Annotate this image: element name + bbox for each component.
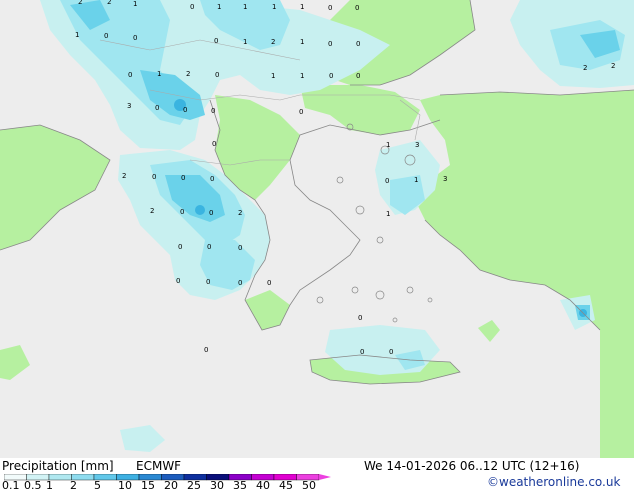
footer-bar: Precipitation [mm] ECMWF We 14-01-2026 0… [0,458,634,490]
precip-value-label: 2 [107,0,111,6]
precip-value-label: 3 [443,175,447,183]
precip-value-label: 0 [212,140,216,148]
weather-map-page: 2210111100100121000120110022030000013200… [0,0,634,490]
legend-label: 0.5 [24,479,42,490]
precip-value-label: 0 [206,278,210,286]
precip-value-label: 0 [385,177,389,185]
precip-value-label: 2 [611,62,615,70]
precip-value-label: 1 [386,141,390,149]
precip-value-label: 1 [133,0,137,8]
legend-label: 5 [94,479,101,490]
precipitation-map: 2 2 1 0 1 1 1 1 0 0 1 0 0 1 2 1 0 0 0 1 2 0 1 1 0 0 2 2 0 3 0 0 0 0 0 1 3 2 0 0… [0,0,634,458]
precip-value-label: 1 [243,38,247,46]
precip-value-label: 0 [178,243,182,251]
model-name: ECMWF [136,459,182,473]
precip-value-label: 2 [150,207,154,215]
precip-value-label: 1 [272,3,276,11]
map-title: Precipitation [mm] [2,459,114,473]
precip-value-label: 0 [133,34,137,42]
precip-value-label: 1 [271,72,275,80]
precip-value-label: 2 [78,0,82,6]
precip-value-label: 0 [356,72,360,80]
precip-value-label: 0 [155,104,159,112]
precip-value-label: 0 [389,348,393,356]
precip-value-label: 2 [583,64,587,72]
precip-value-label: 1 [75,31,79,39]
legend-arrow-icon [319,474,331,480]
precip-value-label: 0 [128,71,132,79]
precip-value-label: 2 [122,172,126,180]
precip-value-label: 0 [215,71,219,79]
legend-label: 25 [187,479,201,490]
precip-value-label: 1 [300,3,304,11]
legend-label: 2 [70,479,77,490]
precip-value-label: 0 [211,107,215,115]
legend-label: 10 [118,479,132,490]
precip-value-label: 0 [355,4,359,12]
copyright-link[interactable]: ©weatheronline.co.uk [487,475,620,489]
precip-value-label: 3 [127,102,131,110]
precip-value-label: 0 [181,174,185,182]
precip-value-label: 1 [217,3,221,11]
precip-value-label: 0 [204,346,208,354]
legend-label: 50 [302,479,316,490]
legend-label: 35 [233,479,247,490]
precip-value-label: 0 [360,348,364,356]
precip-value-label: 0 [267,279,271,287]
precip-value-label: 0 [328,40,332,48]
precip-value-label: 1 [243,3,247,11]
precip-value-label: 0 [183,106,187,114]
precip-value-label: 2 [271,38,275,46]
precip-value-label: 0 [238,279,242,287]
precip-value-label: 0 [180,208,184,216]
precip-value-label: 0 [104,32,108,40]
precip-value-label: 2 [238,209,242,217]
precip-value-label: 0 [358,314,362,322]
legend-label: 15 [141,479,155,490]
legend-label: 20 [164,479,178,490]
precip-value-label: 0 [329,72,333,80]
precip-value-label: 1 [157,70,161,78]
precip-value-label: 0 [238,244,242,252]
precip-value-label: 1 [300,72,304,80]
precip-value-label: 0 [176,277,180,285]
precip-value-label: 3 [415,141,419,149]
precip-value-label: 0 [356,40,360,48]
precip-value-label: 1 [414,176,418,184]
precip-value-label: 0 [152,173,156,181]
precip-value-label: 0 [209,209,213,217]
precip-value-label: 1 [386,210,390,218]
precip-value-label: 0 [214,37,218,45]
precip-value-label: 0 [207,243,211,251]
forecast-datetime: We 14-01-2026 06..12 UTC (12+16) [364,459,580,473]
precip-value-label: 1 [300,38,304,46]
precip-value-label: 0 [210,175,214,183]
legend-label: 0.1 [2,479,20,490]
precip-value-label: 0 [299,108,303,116]
legend-label: 45 [279,479,293,490]
legend-label: 40 [256,479,270,490]
precip-value-label: 0 [328,4,332,12]
legend-label: 30 [210,479,224,490]
legend-label: 1 [46,479,53,490]
precip-value-label: 2 [186,70,190,78]
precip-value-label: 0 [190,3,194,11]
